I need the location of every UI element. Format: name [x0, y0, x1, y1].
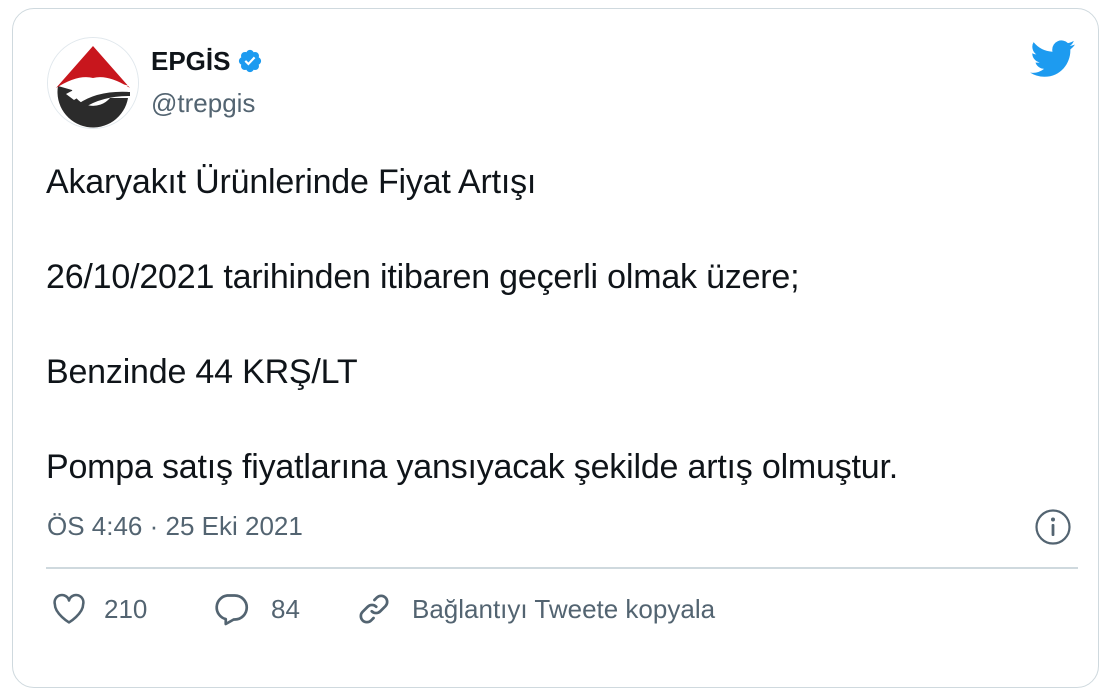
- reply-bubble-icon: [215, 594, 249, 626]
- info-icon[interactable]: [1034, 508, 1072, 546]
- like-count: 210: [104, 593, 148, 624]
- epgis-logo-icon: [48, 38, 138, 128]
- tweet-text-line: Benzinde 44 KRŞ/LT: [46, 353, 358, 391]
- avatar[interactable]: [47, 37, 139, 129]
- twitter-bird-icon[interactable]: [1030, 40, 1076, 78]
- tweet-text-line: 26/10/2021 tarihinden itibaren geçerli o…: [46, 258, 800, 296]
- reply-count: 84: [271, 593, 300, 624]
- heart-icon: [53, 593, 85, 624]
- copy-link-label: Bağlantıyı Tweete kopyala: [412, 593, 716, 624]
- display-name[interactable]: EPGİS: [151, 46, 263, 76]
- tweet-text-line: Akaryakıt Ürünlerinde Fiyat Artışı: [46, 163, 537, 201]
- copy-link-button[interactable]: Bağlantıyı Tweete kopyala: [356, 588, 715, 630]
- tweet-text-line: Pompa satış fiyatlarına yansıyacak şekil…: [46, 448, 898, 486]
- like-button[interactable]: 210: [52, 588, 147, 630]
- reply-button[interactable]: 84: [213, 588, 300, 630]
- link-icon: [359, 594, 389, 624]
- verified-badge-icon: [239, 49, 262, 73]
- user-handle[interactable]: @trepgis: [151, 88, 255, 118]
- tweet-timestamp[interactable]: ÖS 4:46 · 25 Eki 2021: [47, 510, 303, 542]
- divider: [46, 567, 1078, 569]
- display-name-text[interactable]: EPGİS: [151, 46, 230, 76]
